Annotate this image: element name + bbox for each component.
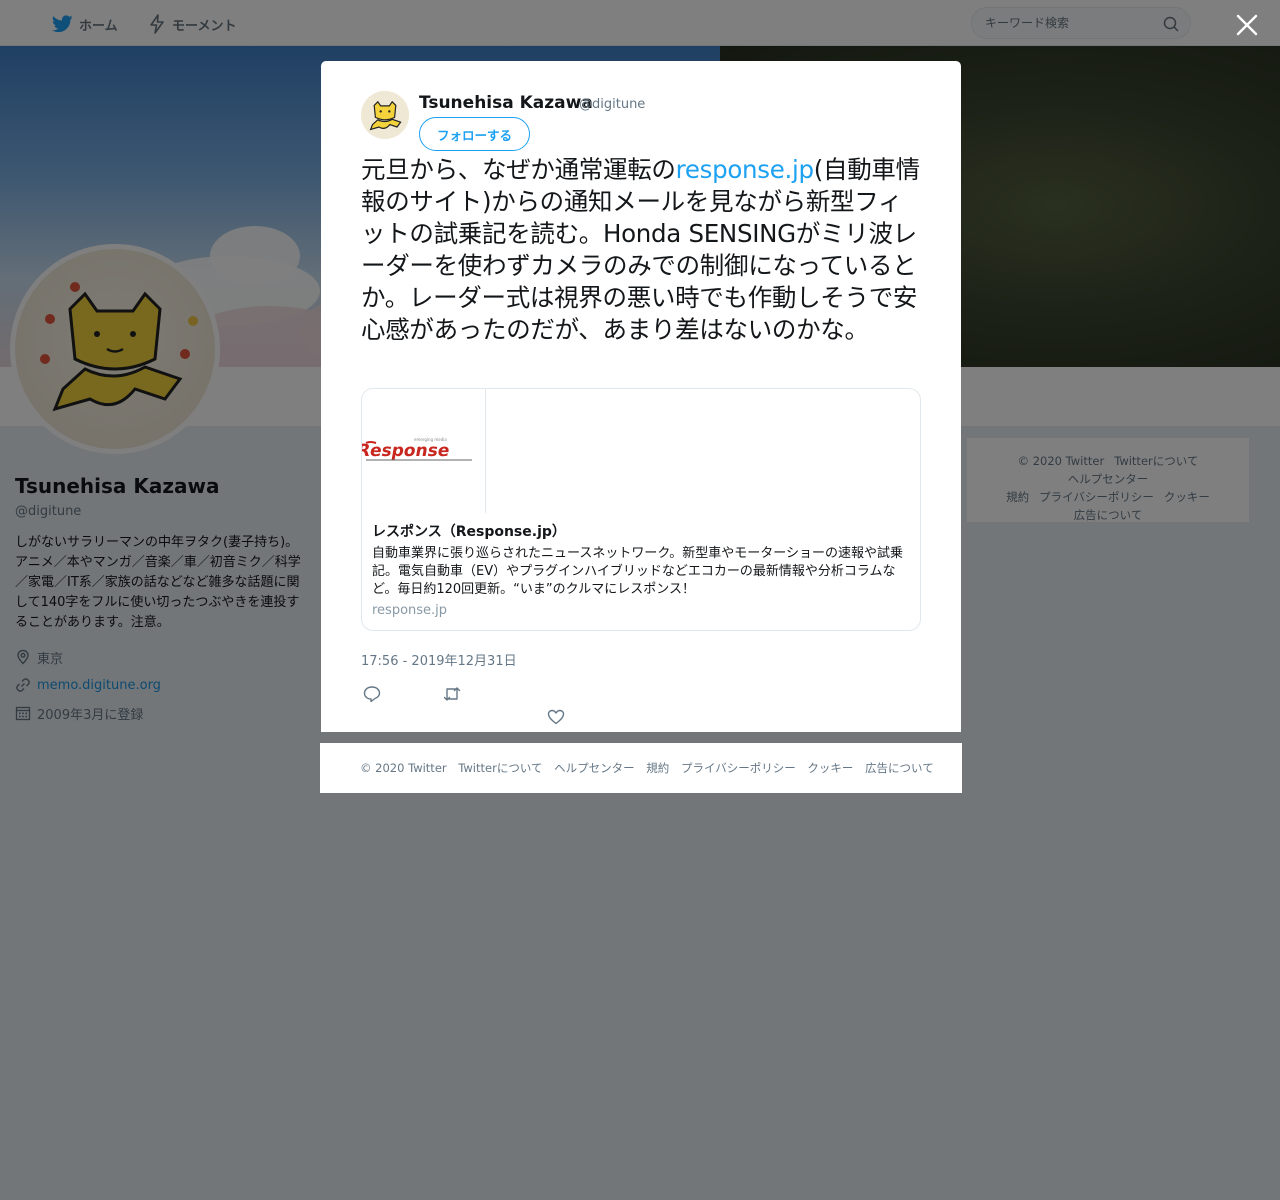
response-logo-text: Response <box>362 441 451 461</box>
tweet-avatar[interactable] <box>361 91 409 139</box>
tweet-modal: Tsunehisa Kazawa @digitune フォローする 元旦から、な… <box>321 61 961 732</box>
card-thumbnail: emerging media Response <box>362 389 486 513</box>
footer-terms[interactable]: 規約 <box>646 761 669 775</box>
close-icon[interactable] <box>1235 13 1259 37</box>
tweet-link[interactable]: response.jp <box>676 155 814 184</box>
tweet-text-before: 元旦から、なぜか通常運転の <box>361 155 676 184</box>
footer-privacy[interactable]: プライバシーポリシー <box>681 761 796 775</box>
like-heart-icon[interactable] <box>546 707 566 727</box>
tweet-author-name[interactable]: Tsunehisa Kazawa <box>419 93 593 113</box>
footer-cookies[interactable]: クッキー <box>807 761 853 775</box>
footer-copyright: © 2020 Twitter <box>360 761 447 775</box>
card-description: 自動車業界に張り巡らされたニュースネットワーク。新型車やモーターショーの速報や試… <box>372 546 904 597</box>
footer-about[interactable]: Twitterについて <box>458 761 542 775</box>
card-title: レスポンス（Response.jp） <box>372 524 566 540</box>
bear-avatar-image <box>361 91 409 139</box>
tweet-text: 元旦から、なぜか通常運転のresponse.jp(自動車情報のサイト)からの通知… <box>361 154 926 346</box>
tweet-author-handle[interactable]: @digitune <box>579 97 645 112</box>
footer-ads[interactable]: 広告について <box>865 761 934 775</box>
follow-button[interactable]: フォローする <box>419 117 530 151</box>
response-logo: emerging media Response <box>362 437 472 461</box>
footer-help[interactable]: ヘルプセンター <box>554 761 635 775</box>
tweet-timestamp[interactable]: 17:56 - 2019年12月31日 <box>361 650 517 669</box>
link-preview-card[interactable]: emerging media Response レスポンス（Response.j… <box>361 388 921 631</box>
reply-icon[interactable] <box>362 684 382 704</box>
retweet-icon[interactable] <box>442 684 462 704</box>
card-domain: response.jp <box>372 603 448 618</box>
modal-footer: © 2020 Twitter Twitterについて ヘルプセンター 規約 プラ… <box>320 743 962 793</box>
card-body: レスポンス（Response.jp） 自動車業界に張り巡らされたニュースネットワ… <box>372 521 912 618</box>
